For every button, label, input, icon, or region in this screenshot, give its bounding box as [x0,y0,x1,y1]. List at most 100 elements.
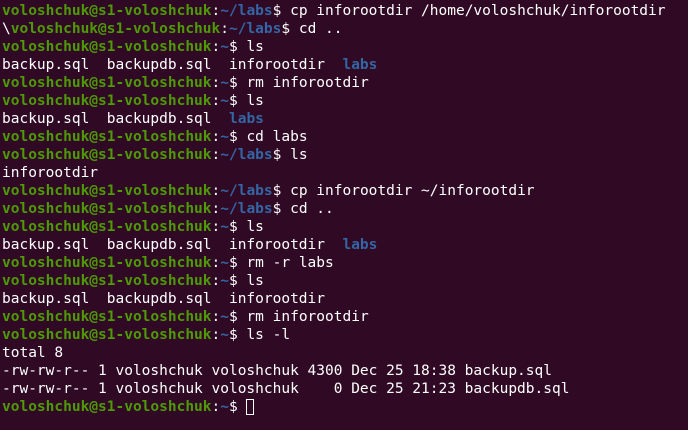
output-line: total 8 [2,344,688,362]
output-line: backup.sql backupdb.sql inforootdir labs [2,236,688,254]
prompt-user-host: voloshchuk@s1-voloshchuk [2,183,212,199]
prompt-dollar: $ [281,21,299,37]
prompt-user-host: voloshchuk@s1-voloshchuk [2,201,212,217]
prompt-path: ~ [220,75,229,91]
prompt-dollar: $ [228,327,247,343]
output-text: inforootdir [2,165,99,181]
command-text: rm inforootdir [246,75,369,91]
command-line: voloshchuk@s1-voloshchuk:~/labs$ cp info… [2,182,688,200]
output-line: -rw-rw-r-- 1 voloshchuk voloshchuk 0 Dec… [2,380,688,398]
prompt-path: ~/labs [228,21,282,37]
prompt-dollar: $ [228,255,247,271]
prompt-colon: : [211,219,221,235]
prompt-user-host: voloshchuk@s1-voloshchuk [2,273,212,289]
prompt-user-host: voloshchuk@s1-voloshchuk [2,219,212,235]
output-line: backup.sql backupdb.sql inforootdir [2,290,688,308]
prompt-dollar: $ [272,183,291,199]
command-text: ls [246,39,264,55]
command-text: ls [246,219,264,235]
prompt-colon: : [211,327,221,343]
command-line: voloshchuk@s1-voloshchuk:~$ ls [2,92,688,110]
prompt-colon: : [211,3,221,19]
command-line: \voloshchuk@s1-voloshchuk:~/labs$ cd .. [2,20,688,38]
output-text: -rw-rw-r-- 1 voloshchuk voloshchuk 0 Dec… [2,381,570,397]
prompt-path: ~/labs [220,3,273,19]
output-text: -rw-rw-r-- 1 voloshchuk voloshchuk 4300 … [2,363,552,379]
command-line: voloshchuk@s1-voloshchuk:~$ ls -l [2,326,688,344]
output-line: inforootdir [2,164,688,182]
prompt-colon: : [211,309,221,325]
prompt-dollar: $ [228,219,247,235]
command-line: voloshchuk@s1-voloshchuk:~$ rm inforootd… [2,308,688,326]
prompt-user-host: voloshchuk@s1-voloshchuk [2,93,212,109]
prompt-path: ~/labs [220,183,273,199]
command-text: rm inforootdir [246,309,369,325]
prompt-user-host: voloshchuk@s1-voloshchuk [10,21,221,37]
prompt-user-host: voloshchuk@s1-voloshchuk [2,75,212,91]
prompt-user-host: voloshchuk@s1-voloshchuk [2,255,212,271]
output-text: total 8 [2,345,64,361]
prompt-colon: : [211,129,221,145]
command-text: ls -l [246,327,291,343]
terminal-window[interactable]: voloshchuk@s1-voloshchuk:~/labs$ cp info… [0,0,688,430]
command-line: voloshchuk@s1-voloshchuk:~$ ls [2,38,688,56]
output-text: backup.sql backupdb.sql inforootdir [2,237,343,253]
command-line: voloshchuk@s1-voloshchuk:~/labs$ ls [2,146,688,164]
text-cursor[interactable] [246,399,255,415]
command-text: cp inforootdir /home/voloshchuk/inforoot… [290,3,666,19]
prompt-dollar: $ [228,39,247,55]
prompt-path: ~ [220,327,229,343]
prompt-path: ~ [220,273,229,289]
prompt-path: ~ [220,39,229,55]
prompt-user-host: voloshchuk@s1-voloshchuk [2,129,212,145]
prompt-path: ~ [220,399,229,415]
directory-name: labs [342,237,378,253]
line-prefix: \ [2,21,11,37]
command-text: rm -r labs [246,255,334,271]
directory-name: labs [342,57,378,73]
command-line: voloshchuk@s1-voloshchuk:~$ ls [2,218,688,236]
prompt-colon: : [211,75,221,91]
prompt-path: ~ [220,309,229,325]
prompt-path: ~ [220,93,229,109]
current-prompt-line: voloshchuk@s1-voloshchuk:~$ [2,398,688,416]
prompt-path: ~/labs [220,201,273,217]
output-line: backup.sql backupdb.sql labs [2,110,688,128]
prompt-user-host: voloshchuk@s1-voloshchuk [2,327,212,343]
command-text: ls [290,147,308,163]
prompt-dollar: $ [228,75,247,91]
prompt-dollar: $ [228,273,247,289]
prompt-colon: : [211,147,221,163]
output-text: backup.sql backupdb.sql inforootdir [2,57,343,73]
output-line: backup.sql backupdb.sql inforootdir labs [2,56,688,74]
command-text: cp inforootdir ~/inforootdir [290,183,535,199]
prompt-path: ~ [220,129,229,145]
prompt-colon: : [211,273,221,289]
prompt-dollar: $ [272,3,291,19]
prompt-path: ~ [220,219,229,235]
command-line: voloshchuk@s1-voloshchuk:~$ ls [2,272,688,290]
prompt-path: ~ [220,255,229,271]
output-text: backup.sql backupdb.sql [2,111,229,127]
prompt-dollar: $ [228,309,247,325]
prompt-user-host: voloshchuk@s1-voloshchuk [2,309,212,325]
command-text: cd .. [290,201,334,217]
output-line: -rw-rw-r-- 1 voloshchuk voloshchuk 4300 … [2,362,688,380]
output-text: backup.sql backupdb.sql inforootdir [2,291,326,307]
prompt-user-host: voloshchuk@s1-voloshchuk [2,399,212,415]
directory-name: labs [228,111,264,127]
command-text: ls [246,93,264,109]
command-line: voloshchuk@s1-voloshchuk:~$ rm inforootd… [2,74,688,92]
command-line: voloshchuk@s1-voloshchuk:~/labs$ cd .. [2,200,688,218]
command-line: voloshchuk@s1-voloshchuk:~$ cd labs [2,128,688,146]
command-line: voloshchuk@s1-voloshchuk:~/labs$ cp info… [2,2,688,20]
prompt-colon: : [211,183,221,199]
prompt-colon: : [211,93,221,109]
prompt-colon: : [220,21,229,37]
prompt-dollar: $ [228,129,247,145]
prompt-dollar: $ [272,147,291,163]
prompt-user-host: voloshchuk@s1-voloshchuk [2,3,212,19]
prompt-dollar: $ [228,93,247,109]
prompt-dollar: $ [228,399,247,415]
prompt-colon: : [211,399,221,415]
